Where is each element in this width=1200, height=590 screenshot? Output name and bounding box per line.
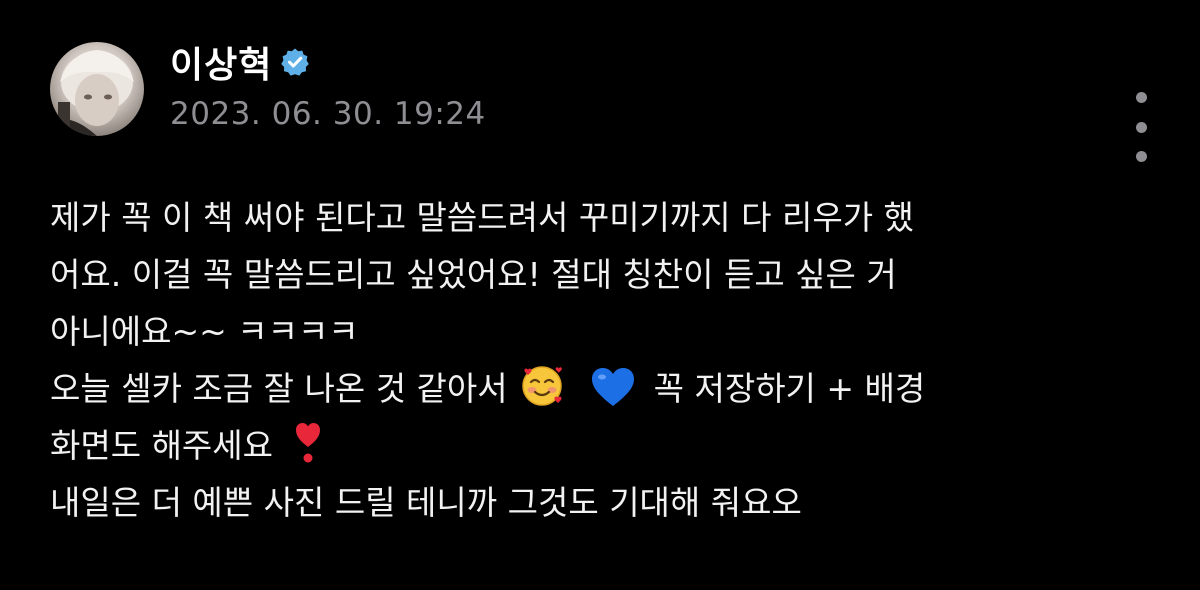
author-name[interactable]: 이상혁 <box>170 36 272 88</box>
blue-heart-icon <box>590 366 636 408</box>
more-dot-icon <box>1135 151 1147 162</box>
post-line-1: 제가 꼭 이 책 써야 된다고 말씀드려서 꾸미기까지 다 리우가 했 <box>50 198 914 237</box>
verified-badge-icon <box>280 47 310 77</box>
more-dot-icon <box>1135 121 1147 133</box>
post-line-3: 아니에요~~ ㅋㅋㅋㅋ <box>50 312 359 351</box>
post-line-5-text: 화면도 해주세요 <box>50 426 274 465</box>
post-body: 제가 꼭 이 책 써야 된다고 말씀드려서 꾸미기까지 다 리우가 했 어요. … <box>50 189 1160 531</box>
smiling-face-with-hearts-icon <box>520 364 564 408</box>
post-line-4: 오늘 셀카 조금 잘 나온 것 같아서 꼭 저장하기 + 배경 <box>50 360 1160 417</box>
post-line-4-text-b: 꼭 저장하기 + 배경 <box>653 369 926 408</box>
more-options-button[interactable] <box>1126 92 1156 162</box>
post-line-4-text-a: 오늘 셀카 조금 잘 나온 것 같아서 <box>50 369 508 408</box>
author-row: 이상혁 <box>170 40 310 86</box>
heart-exclamation-icon <box>295 421 321 465</box>
avatar-photo-icon <box>50 50 134 136</box>
post-line-6: 내일은 더 예쁜 사진 드릴 테니까 그것도 기대해 줘요오 <box>50 483 802 522</box>
post-card: 이상혁 2023. 06. 30. 19:24 제가 꼭 이 책 써야 된다고 … <box>0 0 1200 590</box>
post-line-2: 어요. 이걸 꼭 말씀드리고 싶었어요! 절대 칭찬이 듣고 싶은 거 <box>50 255 897 294</box>
more-dot-icon <box>1135 92 1147 103</box>
post-timestamp: 2023. 06. 30. 19:24 <box>170 96 486 132</box>
avatar[interactable] <box>50 42 144 136</box>
post-line-5: 화면도 해주세요 <box>50 417 1160 474</box>
